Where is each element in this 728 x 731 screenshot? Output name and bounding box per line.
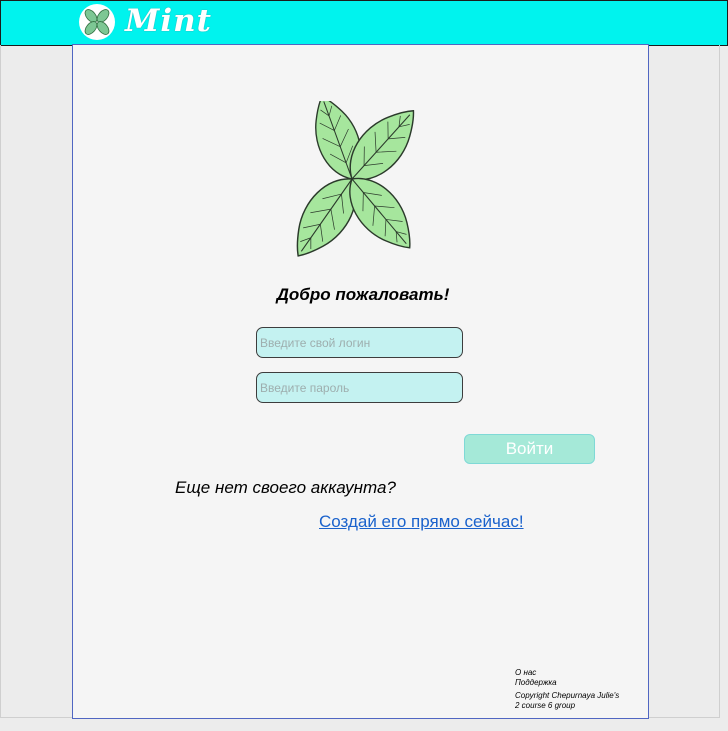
brand-name[interactable]: Mint — [125, 3, 212, 39]
login-input[interactable] — [256, 327, 463, 358]
header-bar: Mint — [0, 0, 728, 46]
mint-leaves-icon — [279, 88, 438, 272]
welcome-heading: Добро пожаловать! — [276, 285, 450, 304]
footer-course: 2 course 6 group — [515, 701, 576, 710]
no-account-text: Еще нет своего аккаунта? — [175, 478, 396, 497]
footer-support-link[interactable]: Поддержка — [515, 678, 557, 687]
login-card: Добро пожаловать! Войти Еще нет своего а… — [72, 44, 649, 719]
footer-copyright: Copyright Chepurnaya Julie's — [515, 691, 620, 700]
footer-about-link[interactable]: О нас — [515, 668, 536, 677]
signup-link[interactable]: Создай его прямо сейчас! — [319, 512, 524, 532]
mint-logo-icon[interactable] — [79, 4, 115, 40]
password-input[interactable] — [256, 372, 463, 403]
footer: О нас Поддержка Copyright Chepurnaya Jul… — [515, 668, 619, 711]
login-button[interactable]: Войти — [464, 434, 595, 464]
